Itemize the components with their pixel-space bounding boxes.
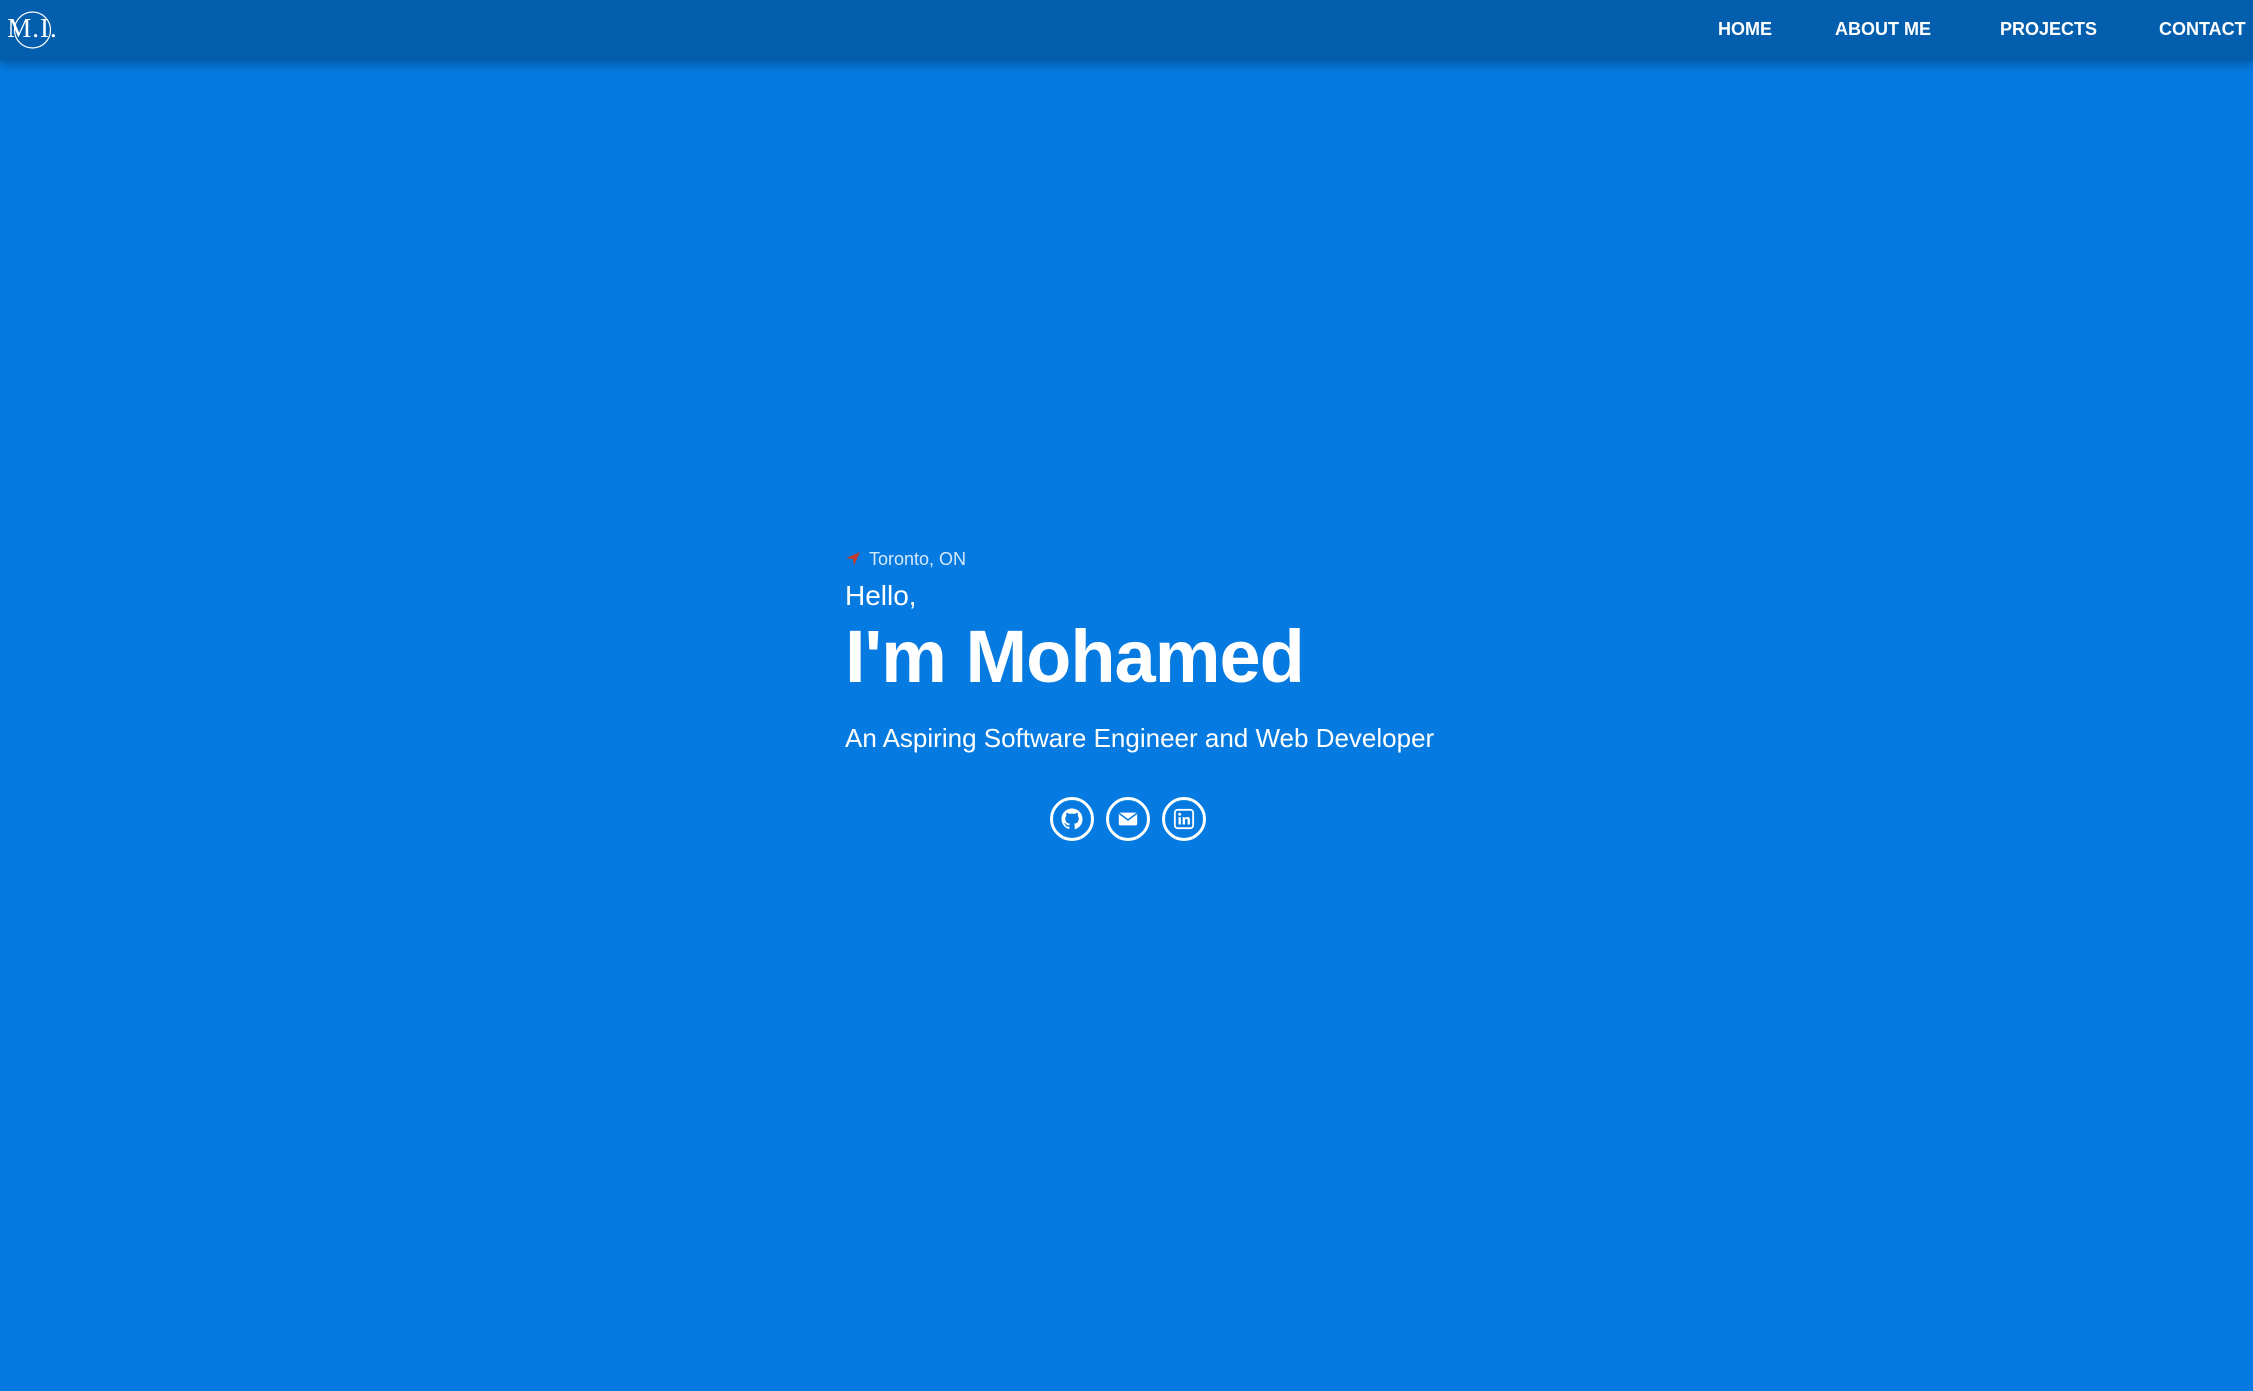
hero-name: I'm Mohamed (845, 614, 1305, 698)
github-link[interactable] (1050, 797, 1094, 841)
nav-item-home[interactable]: HOME (1718, 19, 1772, 40)
navbar: M.I. HOME ABOUT ME PROJECTS CONTACT (0, 0, 2253, 61)
nav-item-about-me[interactable]: ABOUT ME (1835, 19, 1931, 40)
email-link[interactable] (1106, 797, 1150, 841)
greeting: Hello, (845, 580, 917, 611)
location: Toronto, ON (845, 545, 1605, 573)
nav-item-contact[interactable]: CONTACT (2159, 19, 2246, 40)
linkedin-icon (1173, 808, 1195, 830)
location-arrow-icon (845, 551, 861, 567)
hero-section: Toronto, ON Hello, I'm Mohamed An Aspiri… (845, 545, 1605, 752)
social-links (1050, 797, 1206, 841)
logo[interactable]: M.I. (7, 10, 58, 50)
location-text: Toronto, ON (869, 548, 967, 569)
logo-text: M.I. (7, 12, 58, 43)
linkedin-link[interactable] (1162, 797, 1206, 841)
tagline: An Aspiring Software Engineer and Web De… (845, 722, 1435, 753)
envelope-icon (1118, 812, 1138, 826)
nav-item-projects[interactable]: PROJECTS (2000, 19, 2097, 40)
github-icon (1061, 808, 1083, 830)
